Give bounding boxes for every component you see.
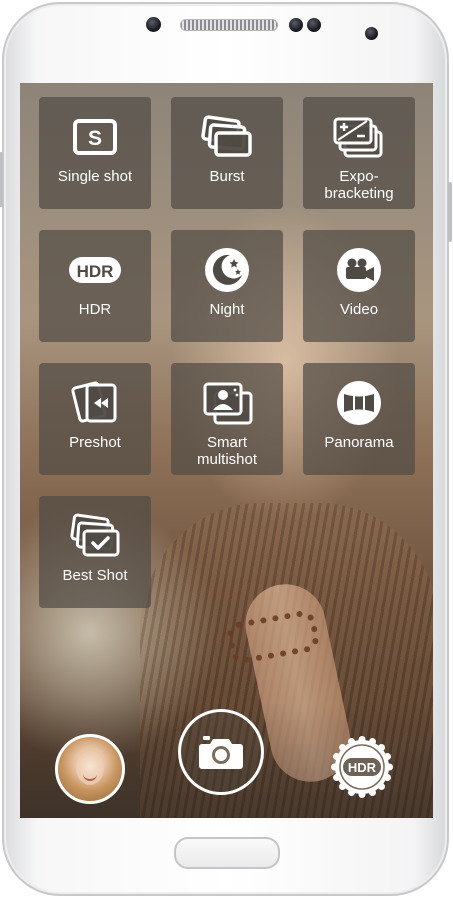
hdr-toggle-glyph: HDR [348, 760, 377, 775]
mode-label: Expo- bracketing [324, 168, 394, 202]
single-shot-icon: S [73, 119, 117, 155]
hdr-icon: HDR [69, 257, 121, 283]
mode-smart-multishot[interactable]: Smart multishot [171, 363, 283, 475]
mode-hdr[interactable]: HDR HDR [39, 230, 151, 342]
hdr-glyph: HDR [77, 262, 114, 281]
mode-label: HDR [78, 301, 112, 318]
mode-best-shot[interactable]: Best Shot [39, 496, 151, 608]
exposure-bracketing-icon [333, 117, 383, 158]
earpiece-speaker [180, 19, 278, 31]
notification-led [365, 27, 378, 40]
hdr-toggle-button[interactable]: HDR [330, 735, 394, 799]
single-shot-glyph: S [88, 127, 102, 150]
mode-label: Preshot [69, 434, 121, 451]
home-button[interactable] [174, 837, 280, 869]
shutter-button[interactable] [178, 709, 264, 795]
night-moon-icon [205, 248, 249, 292]
mode-label: Smart multishot [196, 434, 258, 468]
camera-icon [199, 736, 243, 769]
mode-burst[interactable]: Burst [171, 97, 283, 209]
mode-preshot[interactable]: Preshot [39, 363, 151, 475]
power-button [448, 182, 452, 242]
front-camera [307, 18, 321, 32]
gallery-thumbnail[interactable] [55, 734, 125, 804]
mode-label: Night [209, 301, 245, 318]
smart-multishot-icon [203, 382, 253, 425]
mode-label: Video [339, 301, 379, 318]
mode-single-shot[interactable]: S Single shot [39, 97, 151, 209]
video-camera-icon [337, 248, 381, 292]
light-sensor [289, 18, 303, 32]
mode-expo-bracketing[interactable]: Expo- bracketing [303, 97, 415, 209]
mode-label: Single shot [57, 168, 133, 185]
proximity-sensor [146, 17, 161, 32]
hdr-badge-icon: HDR [331, 736, 393, 798]
mode-label: Panorama [324, 434, 394, 451]
burst-icon [201, 115, 252, 157]
camera-screen: S Single shot Burst Expo- bracketing HDR… [20, 83, 433, 818]
panorama-icon [337, 381, 381, 425]
mode-label: Best Shot [62, 567, 128, 584]
mode-panorama[interactable]: Panorama [303, 363, 415, 475]
preshot-icon [71, 381, 117, 423]
volume-button [0, 152, 3, 207]
mode-video[interactable]: Video [303, 230, 415, 342]
mode-night[interactable]: Night [171, 230, 283, 342]
mode-label: Burst [209, 168, 245, 185]
best-shot-icon [70, 513, 120, 557]
